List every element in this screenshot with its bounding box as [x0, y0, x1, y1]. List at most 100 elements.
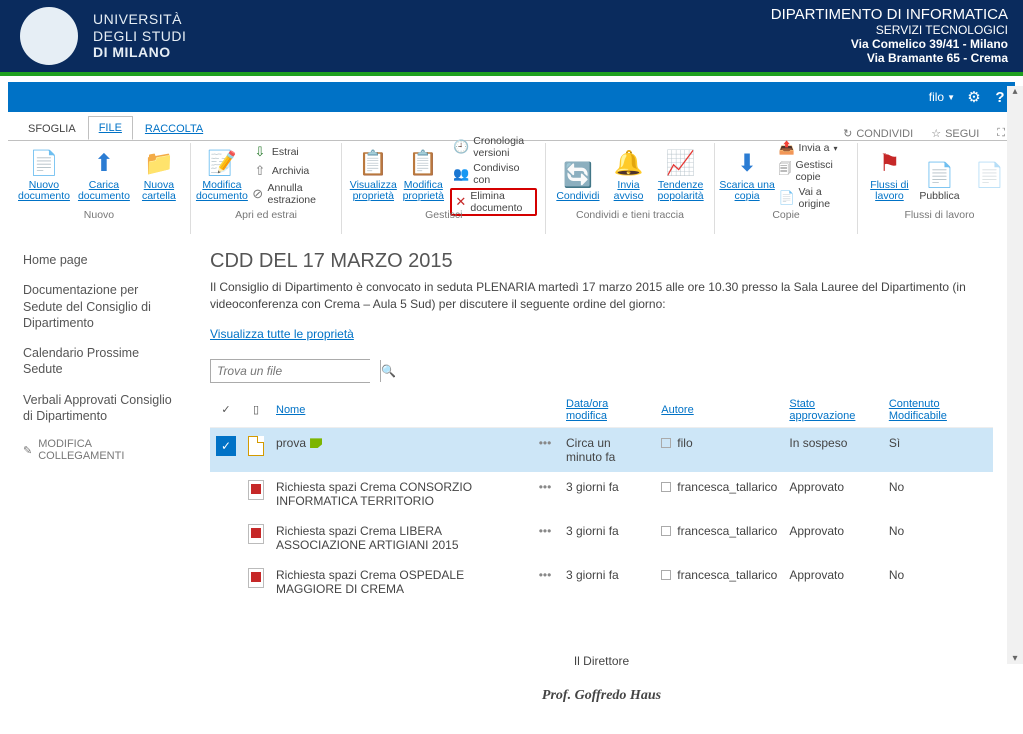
col-approval[interactable]: Stato approvazione: [783, 393, 882, 428]
trend-icon: 📈: [665, 148, 697, 180]
col-editable[interactable]: Contenuto Modificabile: [883, 393, 993, 428]
ribbon-group-label: Flussi di lavoro: [866, 209, 1012, 222]
focus-icon[interactable]: ⛶: [997, 127, 1005, 140]
new-document-button[interactable]: 📄Nuovo documento: [16, 145, 72, 205]
delete-icon: ✕: [455, 194, 466, 210]
search-input[interactable]: [211, 360, 380, 382]
col-modified[interactable]: Data/ora modifica: [560, 393, 655, 428]
publish-icon: 📄: [923, 159, 955, 191]
star-icon: ☆: [931, 127, 941, 140]
caret-down-icon: ▼: [947, 93, 955, 102]
file-name[interactable]: Richiesta spazi Crema OSPEDALE MAGGIORE …: [270, 560, 530, 604]
editable-cell: No: [883, 516, 993, 560]
sidebar-item-verbali[interactable]: Verbali Approvati Consiglio di Dipartime…: [23, 392, 178, 425]
content-area: CDD DEL 17 MARZO 2015 Il Consiglio di Di…: [188, 234, 1015, 734]
scroll-down-icon: ▾: [1012, 653, 1017, 664]
share-action[interactable]: ↻CONDIVIDI: [843, 127, 913, 140]
sidebar-item-calendario[interactable]: Calendario Prossime Sedute: [23, 345, 178, 378]
checkin-button[interactable]: ⇧Archivia: [249, 162, 333, 180]
row-menu-button[interactable]: •••: [530, 560, 560, 604]
new-folder-button[interactable]: 📁Nuova cartella: [136, 145, 182, 205]
checkout-button[interactable]: ⇩Estrai: [249, 143, 333, 161]
row-checkbox-checked-icon[interactable]: ✓: [216, 436, 236, 456]
signature-role: Il Direttore: [210, 654, 993, 668]
go-source-button[interactable]: 📄Vai a origine: [776, 185, 850, 211]
col-type[interactable]: ▯: [242, 393, 270, 428]
scrollbar[interactable]: ▴ ▾: [1007, 86, 1023, 664]
publish-button[interactable]: 📄Pubblica: [916, 145, 962, 205]
view-all-properties-link[interactable]: Visualizza tutte le proprietà: [210, 327, 354, 341]
tab-browse[interactable]: SFOGLIA: [18, 118, 86, 140]
version-history-button[interactable]: 🕘Cronologia versioni: [450, 134, 537, 160]
pdf-file-icon: [248, 568, 264, 588]
edit-properties-icon: 📋: [407, 148, 439, 180]
sidebar-item-documentazione[interactable]: Documentazione per Sedute del Consiglio …: [23, 282, 178, 331]
table-row[interactable]: ✓prova•••Circa un minuto fafiloIn sospes…: [210, 427, 993, 472]
discard-checkout-button[interactable]: ⊘Annulla estrazione: [249, 181, 333, 207]
signature-block: Il Direttore Prof. Goffredo Haus: [210, 654, 993, 704]
send-to-icon: 📤: [779, 140, 795, 156]
row-menu-button[interactable]: •••: [530, 516, 560, 560]
alert-button[interactable]: 🔔Invia avviso: [606, 145, 652, 205]
checkout-icon: ⇩: [252, 144, 268, 160]
upload-document-button[interactable]: ⬆Carica documento: [76, 145, 132, 205]
new-document-icon: 📄: [28, 148, 60, 180]
approval-cell: In sospeso: [783, 427, 882, 472]
author-cell[interactable]: filo: [655, 427, 783, 472]
ribbon-group-label: Apri ed estrai: [199, 209, 333, 222]
editable-cell: Sì: [883, 427, 993, 472]
approval-cell: Approvato: [783, 560, 882, 604]
editable-cell: No: [883, 560, 993, 604]
author-cell[interactable]: francesca_tallarico: [655, 560, 783, 604]
search-button[interactable]: 🔍: [380, 360, 396, 382]
ribbon-group-nuovo: 📄Nuovo documento ⬆Carica documento 📁Nuov…: [8, 143, 191, 234]
author-cell[interactable]: francesca_tallarico: [655, 516, 783, 560]
upload-icon: ⬆: [88, 148, 120, 180]
search-icon: 🔍: [381, 364, 396, 378]
file-name[interactable]: Richiesta spazi Crema CONSORZIO INFORMAT…: [270, 472, 530, 516]
table-row[interactable]: Richiesta spazi Crema CONSORZIO INFORMAT…: [210, 472, 993, 516]
view-properties-button[interactable]: 📋Visualizza proprietà: [350, 145, 396, 205]
row-menu-button[interactable]: •••: [530, 427, 560, 472]
modified-cell: 3 giorni fa: [560, 472, 655, 516]
edit-properties-button[interactable]: 📋Modifica proprietà: [400, 145, 446, 205]
help-icon[interactable]: ?: [993, 90, 1007, 104]
file-type-cell: [242, 472, 270, 516]
tab-collection[interactable]: RACCOLTA: [135, 118, 213, 140]
share-button[interactable]: 🔄Condividi: [554, 145, 601, 205]
col-name[interactable]: Nome: [270, 393, 530, 428]
unpublish-button[interactable]: 📄: [966, 145, 1012, 205]
author-cell[interactable]: francesca_tallarico: [655, 472, 783, 516]
go-source-icon: 📄: [779, 190, 795, 206]
tab-file[interactable]: FILE: [88, 116, 133, 140]
download-copy-button[interactable]: ⬇Scarica una copia: [723, 145, 772, 205]
sidebar-item-home[interactable]: Home page: [23, 252, 178, 268]
ribbon-group-gestisci: 📋Visualizza proprietà 📋Modifica propriet…: [342, 143, 546, 234]
file-name[interactable]: Richiesta spazi Crema LIBERA ASSOCIAZION…: [270, 516, 530, 560]
edit-document-button[interactable]: 📝Modifica documento: [199, 145, 245, 205]
edit-links-button[interactable]: ✎MODIFICA COLLEGAMENTI: [23, 438, 178, 462]
table-row[interactable]: Richiesta spazi Crema OSPEDALE MAGGIORE …: [210, 560, 993, 604]
workflows-button[interactable]: ⚑Flussi di lavoro: [866, 145, 912, 205]
ribbon-group-label: Gestisci: [350, 209, 537, 222]
file-type-cell: [242, 560, 270, 604]
shared-with-button[interactable]: 👥Condiviso con: [450, 161, 537, 187]
edit-document-icon: 📝: [206, 148, 238, 180]
table-row[interactable]: Richiesta spazi Crema LIBERA ASSOCIAZION…: [210, 516, 993, 560]
university-name: UNIVERSITÀ DEGLI STUDI DI MILANO: [93, 11, 186, 61]
popularity-button[interactable]: 📈Tendenze popolarità: [656, 145, 706, 205]
folder-icon: 📁: [143, 148, 175, 180]
shared-with-icon: 👥: [453, 166, 469, 182]
file-name[interactable]: prova: [270, 427, 530, 472]
ribbon: 📄Nuovo documento ⬆Carica documento 📁Nuov…: [8, 140, 1015, 234]
history-icon: 🕘: [453, 139, 469, 155]
col-author[interactable]: Autore: [655, 393, 783, 428]
manage-copies-button[interactable]: 🗐Gestisci copie: [776, 158, 850, 184]
user-menu[interactable]: filo▼: [929, 90, 955, 104]
search-box: 🔍: [210, 359, 370, 383]
follow-action[interactable]: ☆SEGUI: [931, 127, 979, 140]
col-select[interactable]: ✓: [210, 393, 242, 428]
gear-icon[interactable]: ⚙: [967, 90, 981, 104]
send-to-button[interactable]: 📤Invia a ▾: [776, 139, 850, 157]
row-menu-button[interactable]: •••: [530, 472, 560, 516]
